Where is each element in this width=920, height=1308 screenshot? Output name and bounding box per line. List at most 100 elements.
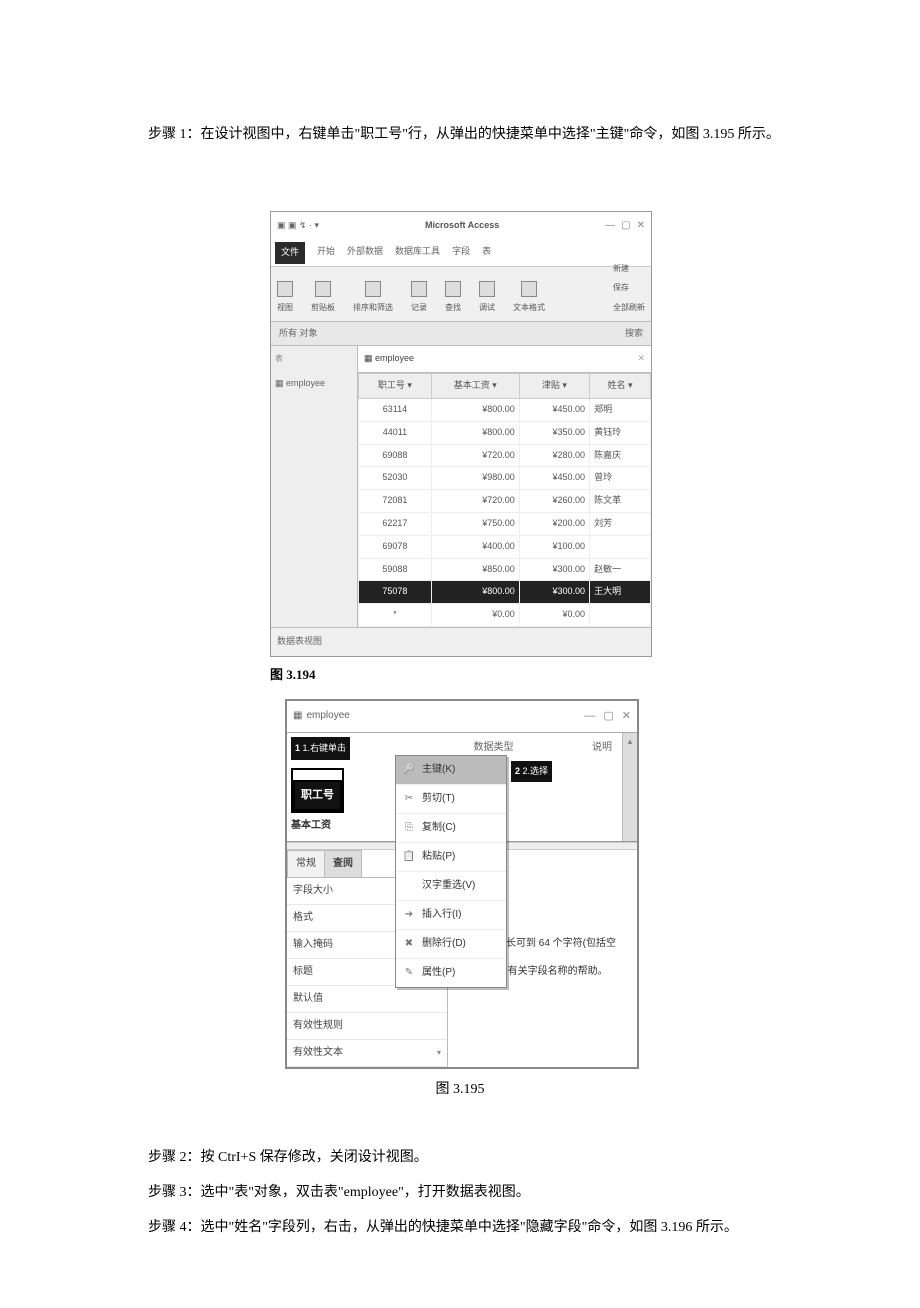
dropdown-icon[interactable]: ▾ (437, 1044, 441, 1062)
ribbon-group-right: 新建 保存 全部刷新 (613, 260, 645, 317)
status-bar: 数据表视图 (271, 627, 651, 656)
step-1-text: 步骤 1：在设计视图中，右键单击"职工号"行，从弹出的快捷菜单中选择"主键"命令… (120, 120, 800, 151)
ribbon-tab-file[interactable]: 文件 (275, 242, 305, 264)
ribbon-group-records[interactable]: 记录 (411, 281, 427, 317)
table-row[interactable]: 62217¥750.00¥200.00刘芳 (359, 512, 651, 535)
design-desc-col: 说明 (582, 733, 622, 841)
ribbon-group-clipboard[interactable]: 剪贴板 (311, 281, 335, 317)
design-grid[interactable]: 1 1.右键单击 职工号 基本工资 数据类型 说明 ▲ 🔑主键(K) (287, 733, 637, 842)
menu-item-paste[interactable]: 📋粘贴(P) (396, 843, 506, 872)
menu-item-primary-key[interactable]: 🔑主键(K) (396, 756, 506, 785)
ribbon-right-refresh[interactable]: 全部刷新 (613, 299, 645, 317)
ribbon-tab-home[interactable]: 开始 (317, 242, 335, 264)
menu-item-copy[interactable]: ⎘复制(C) (396, 814, 506, 843)
insert-row-icon: ➔ (402, 904, 416, 926)
prop-tab-general[interactable]: 常规 (287, 850, 325, 877)
menu-item-cut[interactable]: ✂剪切(T) (396, 785, 506, 814)
nav-right-label: 搜索 (625, 324, 643, 344)
figure-194-block: ▣ ▣ ↯ · ▾ Microsoft Access — ▢ ✕ 文件 开始 外… (270, 211, 650, 690)
ribbon-group-sort[interactable]: 排序和筛选 (353, 281, 393, 317)
table-row-new[interactable]: *¥0.00¥0.00 (359, 604, 651, 627)
close-icon[interactable]: ✕ (637, 215, 645, 237)
context-menu[interactable]: 🔑主键(K) ✂剪切(T) ⎘复制(C) 📋粘贴(P) 汉字重选(V) ➔插入行… (395, 755, 507, 988)
ribbon-tab-table[interactable]: 表 (482, 242, 491, 264)
page-content: 步骤 1：在设计视图中，右键单击"职工号"行，从弹出的快捷菜单中选择"主键"命令… (0, 0, 920, 1308)
table-row[interactable]: 59088¥850.00¥300.00赵敏一 (359, 558, 651, 581)
field-row-below[interactable]: 基本工资 (291, 815, 401, 837)
status-left: 数据表视图 (277, 636, 322, 646)
ribbon-group-find[interactable]: 查找 (445, 281, 461, 317)
nav-item-employee[interactable]: ▦ employee (275, 374, 353, 394)
menu-item-delete-row[interactable]: ✖删除行(D) (396, 930, 506, 959)
table-row[interactable]: 69088¥720.00¥280.00陈嘉庆 (359, 444, 651, 467)
table-row[interactable]: 63114¥800.00¥450.00郑明 (359, 398, 651, 421)
figure-195-design-view: ▦ employee — ▢ ✕ 1 1.右键单击 职工号 基本工资 数 (285, 699, 639, 1068)
design-window-buttons[interactable]: — ▢ ✕ (584, 704, 631, 728)
menu-item-properties[interactable]: ✎属性(P) (396, 959, 506, 987)
selected-field-cell[interactable]: 职工号 (293, 780, 342, 810)
prop-row-default[interactable]: 默认值 (287, 986, 447, 1013)
figure-194-caption: 图 3.194 (270, 661, 650, 690)
ribbon-body: 视图 剪贴板 排序和筛选 记录 查找 调试 文本格式 新建 保存 全部刷新 (271, 267, 651, 322)
menu-item-ime[interactable]: 汉字重选(V) (396, 872, 506, 901)
nav-pane[interactable]: 表 ▦ employee (271, 346, 358, 627)
figure-195-block: ▦ employee — ▢ ✕ 1 1.右键单击 职工号 基本工资 数 (285, 699, 635, 1105)
prop-row-validtext[interactable]: 有效性文本▾ (287, 1040, 447, 1067)
window-icon (479, 281, 495, 297)
body-split: 表 ▦ employee ▦ employee ✕ 职工号 ▾ 基本工资 ▾ 津… (271, 346, 651, 627)
table-row[interactable]: 44011¥800.00¥350.00黄钰玲 (359, 421, 651, 444)
scroll-up-icon[interactable]: ▲ (626, 733, 634, 751)
ribbon-right-save[interactable]: 保存 (613, 279, 629, 297)
ribbon-tab-fields[interactable]: 字段 (452, 242, 470, 264)
ribbon-group-text[interactable]: 文本格式 (513, 281, 545, 317)
nav-section-header: 表 (275, 350, 353, 368)
table-row[interactable]: 69078¥400.00¥100.00 (359, 535, 651, 558)
window-buttons[interactable]: — ▢ ✕ (605, 215, 645, 237)
step-4-text: 步骤 4：选中"姓名"字段列，右击，从弹出的快捷菜单中选择"隐藏字段"命令，如图… (120, 1213, 800, 1244)
ribbon-tab-dbtools[interactable]: 数据库工具 (395, 242, 440, 264)
figure-195-caption: 图 3.195 (285, 1075, 635, 1106)
maximize-icon[interactable]: ▢ (603, 704, 613, 728)
tab-close-icon[interactable]: ✕ (637, 349, 645, 369)
col-header-id[interactable]: 职工号 ▾ (359, 374, 432, 399)
col-header-allow[interactable]: 津贴 ▾ (519, 374, 589, 399)
records-icon (411, 281, 427, 297)
annotation-2: 2 2.选择 (511, 761, 552, 783)
delete-row-icon: ✖ (402, 933, 416, 955)
table-row[interactable]: 72081¥720.00¥260.00陈文革 (359, 490, 651, 513)
col-header-base[interactable]: 基本工资 ▾ (431, 374, 519, 399)
scrollbar[interactable]: ▲ (622, 733, 637, 841)
design-title: ▦ employee (293, 705, 350, 727)
datasheet-table[interactable]: 职工号 ▾ 基本工资 ▾ 津贴 ▾ 姓名 ▾ 63114¥800.00¥450.… (358, 373, 651, 627)
maximize-icon[interactable]: ▢ (621, 215, 630, 237)
ribbon-group-window[interactable]: 调试 (479, 281, 495, 317)
col-header-name[interactable]: 姓名 ▾ (590, 374, 651, 399)
desc-header: 说明 (592, 742, 612, 753)
document-tab[interactable]: ▦ employee ✕ (358, 346, 651, 373)
view-icon (277, 281, 293, 297)
menu-item-insert-row[interactable]: ➔插入行(I) (396, 901, 506, 930)
step-3-text: 步骤 3：选中"表"对象，双击表"employee"，打开数据表视图。 (120, 1178, 800, 1209)
figure-194-access-window: ▣ ▣ ↯ · ▾ Microsoft Access — ▢ ✕ 文件 开始 外… (270, 211, 652, 657)
design-field-col: 1 1.右键单击 职工号 基本工资 (287, 733, 405, 841)
minimize-icon[interactable]: — (605, 215, 615, 237)
key-icon: 🔑 (402, 759, 416, 781)
titlebar: ▣ ▣ ↯ · ▾ Microsoft Access — ▢ ✕ (271, 212, 651, 240)
nav-header: 所有 对象 搜索 (271, 322, 651, 347)
prop-tab-lookup[interactable]: 查阅 (324, 850, 362, 877)
ribbon-group-view[interactable]: 视图 (277, 281, 293, 317)
close-icon[interactable]: ✕ (622, 704, 631, 728)
prop-row-validrule[interactable]: 有效性规则 (287, 1013, 447, 1040)
table-header-row: 职工号 ▾ 基本工资 ▾ 津贴 ▾ 姓名 ▾ (359, 374, 651, 399)
app-title: Microsoft Access (425, 216, 499, 236)
table-row-selected[interactable]: 75078¥800.00¥300.00王大明 (359, 581, 651, 604)
ribbon-tab-external[interactable]: 外部数据 (347, 242, 383, 264)
clipboard-icon (315, 281, 331, 297)
table-row[interactable]: 52030¥980.00¥450.00曾玲 (359, 467, 651, 490)
cut-icon: ✂ (402, 788, 416, 810)
minimize-icon[interactable]: — (584, 704, 595, 728)
step-2-text: 步骤 2：按 CtrI+S 保存修改，关闭设计视图。 (120, 1143, 800, 1174)
quick-access-toolbar: ▣ ▣ ↯ · ▾ (277, 216, 319, 236)
ribbon-right-new[interactable]: 新建 (613, 260, 629, 278)
annotation-1: 1 1.右键单击 (291, 737, 350, 761)
